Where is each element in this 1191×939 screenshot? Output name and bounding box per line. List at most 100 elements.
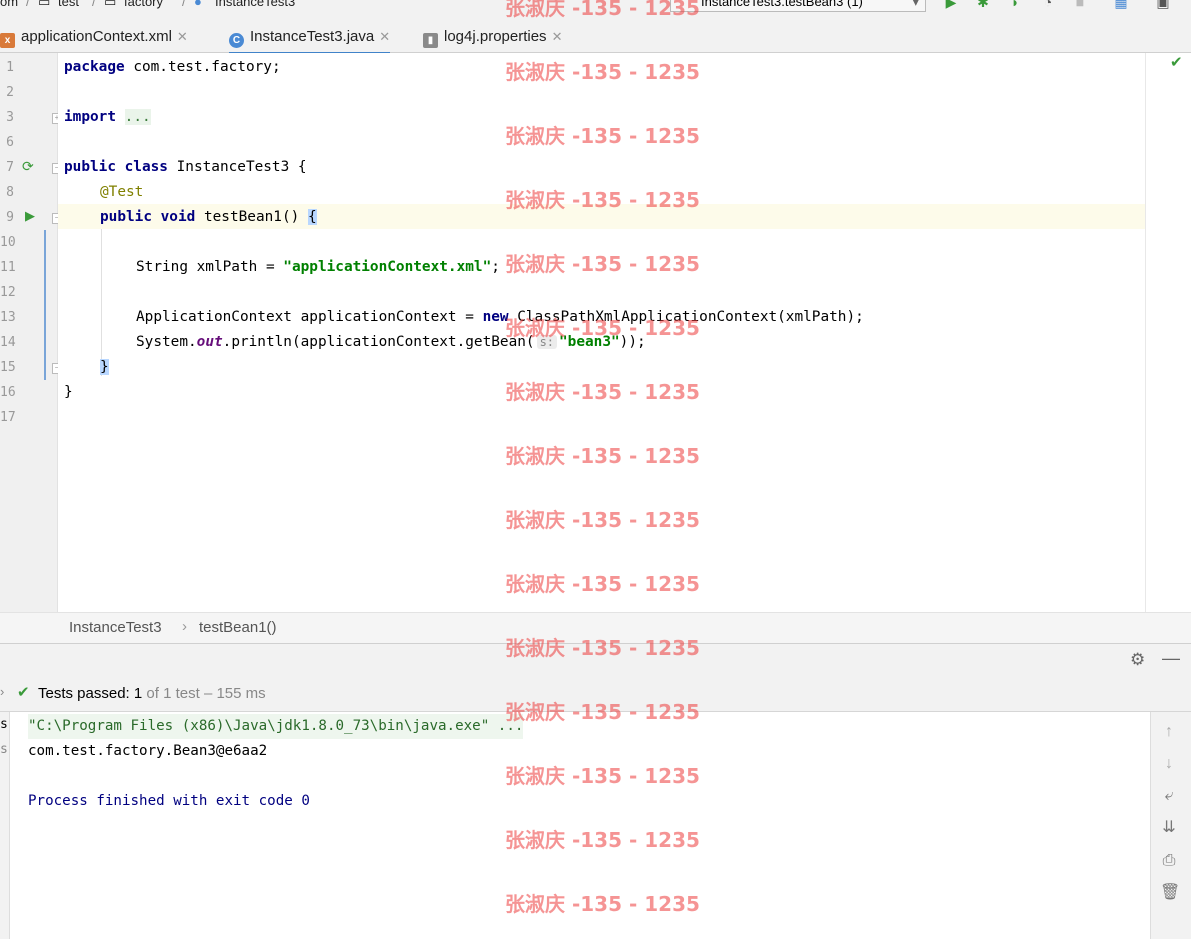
folder-icon: ▭ (104, 0, 117, 9)
nav-separator: / (182, 0, 186, 9)
line-number: 7 (6, 160, 14, 175)
soft-wrap-icon[interactable]: ⤶ (1160, 786, 1178, 806)
line-number: 2 (6, 85, 14, 100)
tab-log4j-properties[interactable]: ▮ log4j.properties ✕ (423, 26, 562, 52)
run-icon[interactable]: ▶ (943, 0, 959, 10)
tab-applicationcontext-xml[interactable]: x applicationContext.xml ✕ (0, 26, 188, 52)
folder-icon: ▭ (38, 0, 51, 9)
line-number: 16 (0, 385, 16, 400)
class-icon: ● (194, 0, 202, 9)
watermark: 张淑庆 -135 - 1235 (505, 700, 700, 724)
debug-icon[interactable]: ✱ (975, 0, 991, 10)
watermark: 张淑庆 -135 - 1235 (505, 0, 700, 20)
nav-crumb-com[interactable]: om (0, 0, 18, 9)
close-icon[interactable]: ✕ (177, 29, 188, 44)
run-test-icon[interactable]: ▶ (25, 208, 35, 224)
watermark: 张淑庆 -135 - 1235 (505, 188, 700, 212)
code-line: ApplicationContext applicationContext = … (136, 309, 864, 325)
watermark: 张淑庆 -135 - 1235 (505, 828, 700, 852)
code-line: public void testBean1() { (100, 209, 317, 225)
code-line: package com.test.factory; (64, 59, 281, 75)
breadcrumb-item[interactable]: InstanceTest3 (69, 619, 162, 636)
matched-brace: { (307, 209, 317, 225)
line-number: 15 (0, 360, 16, 375)
minimize-icon[interactable]: — (1162, 648, 1180, 669)
watermark: 张淑庆 -135 - 1235 (505, 124, 700, 148)
line-number: 1 (6, 60, 14, 75)
run-config-label: InstanceTest3.testBean3 (1) (701, 0, 863, 9)
nav-crumb-test[interactable]: test (58, 0, 79, 9)
tab-label: log4j.properties (444, 28, 547, 45)
watermark: 张淑庆 -135 - 1235 (505, 764, 700, 788)
nav-crumb-class[interactable]: InstanceTest3 (215, 0, 295, 9)
watermark: 张淑庆 -135 - 1235 (505, 380, 700, 404)
watermark: 张淑庆 -135 - 1235 (505, 572, 700, 596)
code-line: public class InstanceTest3 { (64, 159, 307, 175)
code-line: import ... (64, 109, 151, 125)
console-output-line: com.test.factory.Bean3@e6aa2 (28, 743, 268, 759)
run-configuration-dropdown[interactable]: InstanceTest3.testBean3 (1) ▾ (670, 0, 926, 12)
code-line: @Test (100, 184, 144, 200)
code-line: String xmlPath = "applicationContext.xml… (136, 259, 500, 275)
line-number: 6 (6, 135, 14, 150)
chevron-right-icon: › (182, 618, 187, 635)
sidebar-fragment: s (0, 742, 8, 757)
line-number: 3 (6, 110, 14, 125)
matched-brace: } (100, 359, 109, 375)
console-command-line[interactable]: "C:\Program Files (x86)\Java\jdk1.8.0_73… (28, 714, 524, 739)
chevron-right-icon[interactable]: › (0, 684, 4, 699)
watermark: 张淑庆 -135 - 1235 (505, 508, 700, 532)
scroll-to-end-icon[interactable]: ⇊ (1160, 818, 1178, 838)
line-number: 12 (0, 285, 16, 300)
gear-icon[interactable]: ⚙ (1130, 650, 1145, 670)
profile-icon[interactable]: ◔ (1040, 0, 1056, 10)
nav-crumb-factory[interactable]: factory (124, 0, 163, 9)
test-status-text: Tests passed: 1 of 1 test – 155 ms (38, 685, 266, 702)
line-number: 14 (0, 335, 16, 350)
folded-imports[interactable]: ... (124, 109, 151, 125)
close-icon[interactable]: ✕ (379, 29, 390, 44)
code-line: } (100, 355, 109, 380)
line-number: 11 (0, 260, 16, 275)
line-number: 17 (0, 410, 16, 425)
line-number: 8 (6, 185, 14, 200)
arrow-up-icon[interactable]: ↑ (1160, 722, 1178, 742)
editor-gutter[interactable]: 1 2 3 6 7 8 9 10 11 12 13 14 15 16 17 ⟳ … (0, 53, 62, 612)
arrow-down-icon[interactable]: ↓ (1160, 754, 1178, 774)
stop-icon[interactable]: ■ (1072, 0, 1088, 10)
breadcrumb-item[interactable]: testBean1() (199, 619, 277, 636)
change-marker (44, 230, 46, 380)
checkmark-icon: ✔ (17, 684, 30, 701)
run-with-coverage-icon[interactable]: ◗ (1007, 0, 1023, 10)
close-icon[interactable]: ✕ (552, 29, 563, 44)
console-sidebar: s s (0, 712, 10, 939)
editor-error-stripe[interactable]: ✔ (1145, 53, 1191, 612)
console-exit-line: Process finished with exit code 0 (28, 793, 310, 809)
code-line: } (64, 384, 73, 400)
run-anything-icon[interactable]: ▣ (1155, 0, 1171, 10)
chevron-down-icon: ▾ (912, 0, 919, 9)
line-number: 13 (0, 310, 16, 325)
watermark: 张淑庆 -135 - 1235 (505, 316, 700, 340)
watermark: 张淑庆 -135 - 1235 (505, 444, 700, 468)
trash-icon[interactable]: 🗑 (1160, 883, 1180, 903)
tab-instancetest3-java[interactable]: C InstanceTest3.java ✕ (229, 26, 391, 55)
nav-separator: / (92, 0, 96, 9)
run-class-icon[interactable]: ⟳ (22, 158, 34, 175)
watermark: 张淑庆 -135 - 1235 (505, 892, 700, 916)
tab-label: applicationContext.xml (21, 28, 172, 45)
sidebar-fragment: s (0, 717, 8, 732)
properties-file-icon: ▮ (423, 33, 438, 48)
watermark: 张淑庆 -135 - 1235 (505, 252, 700, 276)
java-class-icon: C (229, 33, 244, 48)
nav-separator: / (26, 0, 30, 9)
xml-file-icon: x (0, 33, 15, 48)
line-number: 9 (6, 210, 14, 225)
project-structure-icon[interactable]: ▦ (1113, 0, 1129, 10)
watermark: 张淑庆 -135 - 1235 (505, 636, 700, 660)
indent-guide (101, 229, 102, 376)
tab-label: InstanceTest3.java (250, 28, 375, 45)
print-icon[interactable]: ⎙ (1160, 851, 1178, 871)
watermark: 张淑庆 -135 - 1235 (505, 60, 700, 84)
checkmark-icon[interactable]: ✔ (1170, 53, 1183, 71)
